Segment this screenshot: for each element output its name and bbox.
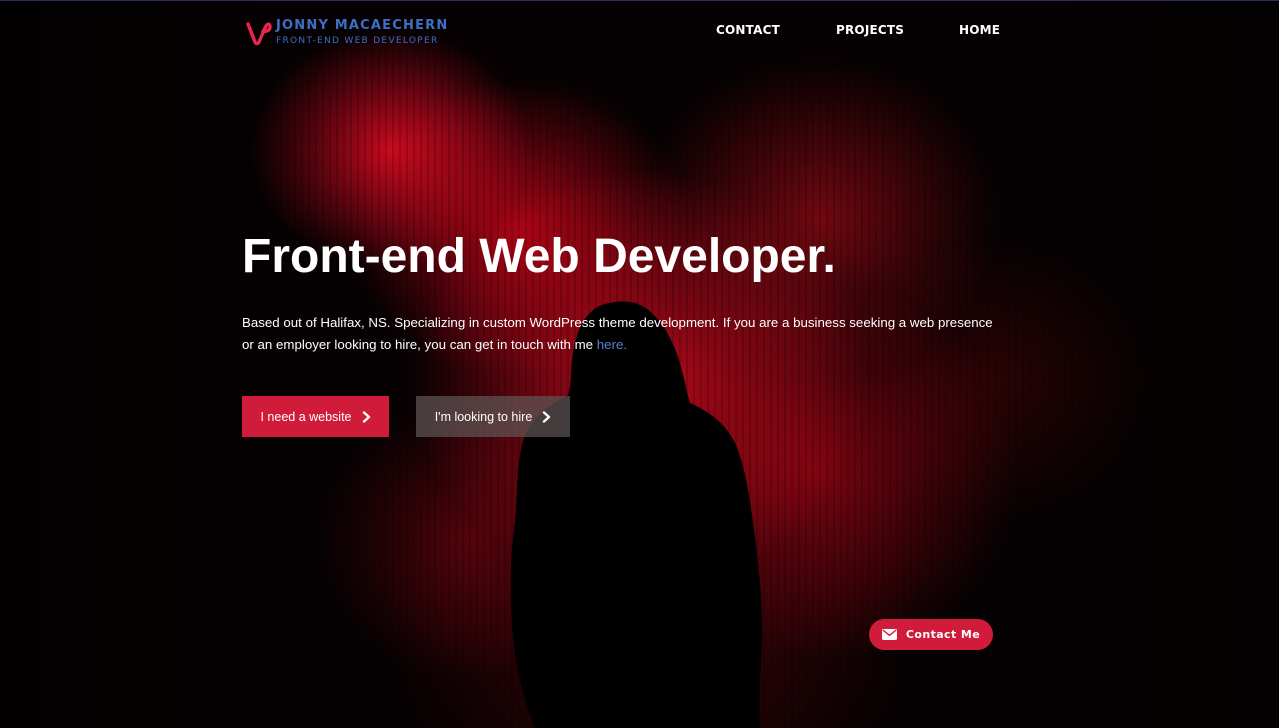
chevron-right-icon xyxy=(543,410,551,423)
site-logo[interactable]: JONNY MACAECHERN FRONT-END WEB DEVELOPER xyxy=(246,18,448,47)
hooded-figure-silhouette xyxy=(510,301,762,728)
contact-me-label: Contact Me xyxy=(905,628,981,641)
vine-v-logo-icon xyxy=(246,22,272,46)
need-website-button-label: I need a website xyxy=(260,409,352,424)
hero-headline: Front-end Web Developer. xyxy=(242,230,836,283)
hero-intro: Based out of Halifax, NS. Specializing i… xyxy=(242,312,1002,355)
top-border xyxy=(0,0,1279,1)
envelope-icon xyxy=(881,629,897,640)
need-website-button[interactable]: I need a website xyxy=(242,396,389,437)
hero-section: JONNY MACAECHERN FRONT-END WEB DEVELOPER… xyxy=(0,0,1279,728)
nav-item-contact[interactable]: CONTACT xyxy=(716,23,780,37)
brand-name: JONNY MACAECHERN xyxy=(276,18,449,33)
contact-me-button[interactable]: Contact Me xyxy=(869,619,993,650)
looking-to-hire-button[interactable]: I'm looking to hire xyxy=(416,396,570,437)
brand-tagline: FRONT-END WEB DEVELOPER xyxy=(276,36,439,46)
contact-here-link[interactable]: here. xyxy=(597,337,627,352)
looking-to-hire-button-label: I'm looking to hire xyxy=(434,409,533,424)
logo-text: JONNY MACAECHERN FRONT-END WEB DEVELOPER xyxy=(276,18,448,47)
nav-item-home[interactable]: HOME xyxy=(959,23,1000,37)
nav-item-projects[interactable]: PROJECTS xyxy=(836,23,904,37)
chevron-right-icon xyxy=(362,410,370,423)
